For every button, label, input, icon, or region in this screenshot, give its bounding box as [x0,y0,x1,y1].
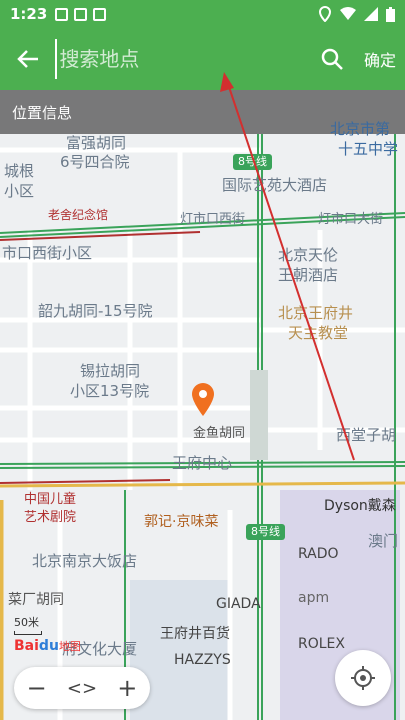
map-label: 锡拉胡同 [80,362,141,380]
map-label: apm [298,590,330,606]
map-label: 北京王府井 [278,304,354,322]
location-info-label: 位置信息 [12,103,73,122]
map-label: RADO [298,546,339,562]
signal-icon [364,7,378,21]
map-label: 6号四合院 [60,153,130,171]
search-icon [321,48,343,70]
map-label: Dyson戴森 [324,498,396,514]
map-label: 金鱼胡同 [193,426,246,441]
map-label: 灯市口西街 [180,212,246,227]
arrow-left-icon [16,50,38,68]
map-label: 郭记·京味菜 [144,514,219,530]
pan-button[interactable]: <> [62,678,102,699]
scale-bar [14,631,42,635]
map-label: 菜厂胡同 [8,592,64,608]
zoom-control: − <> + [14,667,150,709]
map-label: 北京市第 [330,120,391,138]
zoom-in-button[interactable]: + [107,674,147,702]
map-label: 小区 [4,182,35,200]
map-view[interactable]: 位置信息 富强胡同 6号四合院 北京市第 十五中学 城根 小区 8号线 国际艺苑… [0,90,405,720]
map-label: 澳门 [368,532,399,550]
map-label: 市口西街小区 [2,244,93,262]
map-label: 王府井百货 [160,626,230,642]
map-label: 中国儿童 [24,492,77,507]
map-label: 天主教堂 [288,324,349,342]
map-label: 韶九胡同-15号院 [38,302,153,320]
keyboard-icon [93,7,107,21]
map-label: HAZZYS [174,652,231,668]
map-label: 艺术剧院 [24,510,77,525]
status-time: 1:23 [10,5,48,23]
zoom-out-button[interactable]: − [17,674,57,702]
metro-line-badge: 8号线 [246,524,285,540]
map-label: 十五中学 [338,140,399,158]
logo-du: du [38,638,59,654]
confirm-button[interactable]: 确定 [355,28,405,90]
map-label: 北京天伦 [278,246,339,264]
back-button[interactable] [0,28,55,90]
map-label: 富强胡同 [66,134,127,152]
map-label: 小区13号院 [70,382,150,400]
scale-label: 50米 [14,616,39,629]
location-status-icon [318,6,332,22]
logo-sub: 地图 [58,640,81,653]
map-label: ROLEX [298,636,345,652]
map-scale: 50米 [14,614,42,635]
crosshair-icon [351,666,375,690]
status-bar: 1:23 [0,0,405,28]
map-label: 老舍纪念馆 [48,208,109,222]
baidu-map-logo: Baidu地图 [14,638,81,654]
location-pin-icon [192,383,214,416]
map-label: 灯市口大街 [318,212,384,227]
search-input[interactable] [55,39,309,79]
map-label: 北京南京大饭店 [32,552,138,570]
search-toolbar: 确定 [0,28,405,90]
map-label: GIADA [216,596,261,612]
font-icon [74,7,88,21]
map-label: 王朝酒店 [278,266,339,284]
battery-icon [386,6,395,22]
status-right [318,6,395,22]
metro-line-badge: 8号线 [233,154,272,170]
map-label: 西堂子胡 [336,426,397,444]
map-label: 城根 [4,162,35,180]
logo-bai: Bai [14,638,39,654]
search-button[interactable] [308,28,355,90]
gallery-icon [55,7,69,21]
map-label: 王府中心 [172,454,233,472]
map-label: 国际艺苑大酒店 [222,176,328,194]
my-location-button[interactable] [335,650,391,706]
wifi-icon [340,7,356,20]
